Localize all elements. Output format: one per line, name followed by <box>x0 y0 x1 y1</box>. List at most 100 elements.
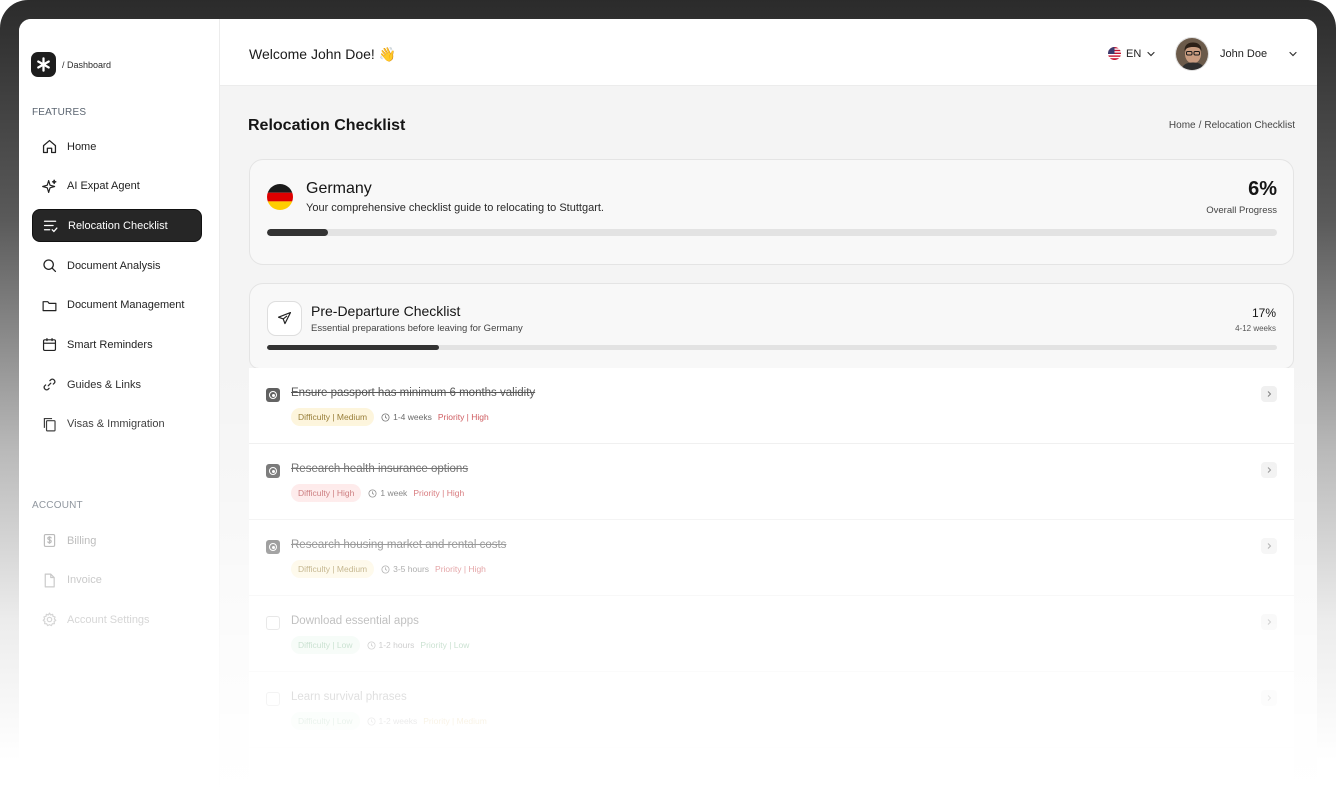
difficulty-badge: Difficulty | Low <box>291 636 360 654</box>
sidebar-item-label: Document Analysis <box>67 259 161 272</box>
duration: 1-2 hours <box>366 640 415 650</box>
checkbox[interactable] <box>266 616 280 630</box>
checkbox[interactable] <box>266 692 280 706</box>
germany-flag-icon <box>267 184 293 210</box>
avatar <box>1175 37 1209 71</box>
priority-label: Priority | Low <box>420 640 470 650</box>
overall-progress-fill <box>267 229 328 236</box>
asterisk-logo-icon[interactable] <box>31 52 56 77</box>
sidebar-item-label: Home <box>67 140 97 153</box>
sidebar-item-label: Smart Reminders <box>67 338 153 351</box>
sidebar-item-guides-links[interactable]: Guides & Links <box>32 368 202 401</box>
sidebar-item-ai-expat-agent[interactable]: AI Expat Agent <box>32 170 202 203</box>
folder-icon <box>42 300 57 311</box>
duration-text: 1-2 hours <box>378 640 415 650</box>
home-icon <box>42 139 57 154</box>
brand-breadcrumb: / Dashboard <box>62 59 112 70</box>
pre-departure-progress-fill <box>267 345 439 350</box>
checkbox[interactable] <box>266 540 280 554</box>
pre-departure-duration: 4-12 weeks <box>1235 324 1276 333</box>
country-progress-card: Germany Your comprehensive checklist gui… <box>249 159 1294 265</box>
expand-button[interactable] <box>1261 462 1277 478</box>
sidebar-item-document-management[interactable]: Document Management <box>32 289 202 322</box>
chevron-right-icon <box>1267 695 1272 701</box>
features-nav: Home AI Expat Agent Relocation Checklist… <box>32 130 202 448</box>
language-label: EN <box>1126 47 1142 60</box>
duration: 1-2 weeks <box>366 716 417 726</box>
item-title: Download essential apps <box>291 615 419 627</box>
page-title: Relocation Checklist <box>248 117 406 134</box>
list-item[interactable]: Ensure passport has minimum 6 months val… <box>249 368 1294 444</box>
pre-departure-title: Pre-Departure Checklist <box>311 303 461 319</box>
item-tags: Difficulty | Low 1-2 weeks Priority | Medi… <box>291 712 487 730</box>
list-item[interactable]: Research health insurance options Difficu… <box>249 444 1294 520</box>
account-nav: Billing Invoice Account Settings <box>32 524 202 643</box>
item-title: Research housing market and rental costs <box>291 539 507 551</box>
language-selector[interactable]: EN <box>1108 47 1157 60</box>
checkbox[interactable] <box>266 464 280 478</box>
item-title: Learn survival phrases <box>291 691 407 703</box>
top-header: Welcome John Doe! 👋 EN John Doe <box>220 19 1317 86</box>
sidebar-item-label: Account Settings <box>67 613 150 626</box>
overall-progress-bar <box>267 229 1277 236</box>
dollar-icon <box>43 533 56 548</box>
list-item[interactable]: Research housing market and rental costs… <box>249 520 1294 596</box>
priority-label: Priority | High <box>437 412 489 422</box>
clock-icon <box>381 412 390 422</box>
priority-label: Priority | High <box>413 488 465 498</box>
clock-icon <box>366 640 376 650</box>
country-name: Germany <box>306 180 372 197</box>
sidebar-item-home[interactable]: Home <box>32 130 202 163</box>
breadcrumb-current: Relocation Checklist <box>1204 120 1295 131</box>
expand-button[interactable] <box>1261 386 1277 402</box>
calendar-icon <box>42 338 57 352</box>
sidebar-item-relocation-checklist[interactable]: Relocation Checklist <box>32 209 202 243</box>
us-flag-icon <box>1108 47 1121 60</box>
duration-text: 3-5 hours <box>393 564 430 574</box>
sparkle-icon <box>42 179 57 193</box>
sidebar-item-label: Visas & Immigration <box>67 418 165 431</box>
list-item[interactable]: Download essential apps Difficulty | Low 1… <box>249 596 1294 672</box>
plane-icon-box <box>267 301 302 336</box>
duration-text: 1-4 weeks <box>393 412 432 422</box>
sidebar-item-billing[interactable]: Billing <box>32 524 202 557</box>
duration: 1-4 weeks <box>381 412 432 422</box>
list-item[interactable]: Learn survival phrases Difficulty | Low 1-… <box>249 672 1294 748</box>
checklist-icon <box>43 220 58 233</box>
country-subtitle: Your comprehensive checklist guide to re… <box>306 202 604 214</box>
breadcrumb-home-link[interactable]: Home <box>1169 120 1196 131</box>
plane-icon <box>277 311 292 325</box>
expand-button[interactable] <box>1261 538 1277 554</box>
duration: 3-5 hours <box>381 564 429 574</box>
search-icon <box>43 259 57 273</box>
breadcrumb: Home / Relocation Checklist <box>1169 120 1295 131</box>
priority-label: Priority | High <box>435 564 486 574</box>
chevron-down-icon <box>1147 51 1155 56</box>
sidebar-item-smart-reminders[interactable]: Smart Reminders <box>32 328 202 361</box>
sidebar-item-account-settings[interactable]: Account Settings <box>32 603 202 636</box>
chevron-right-icon <box>1267 391 1272 397</box>
chevron-right-icon <box>1267 619 1272 625</box>
sidebar-item-label: Guides & Links <box>67 378 141 391</box>
pre-departure-card[interactable]: Pre-Departure Checklist Essential prepar… <box>249 283 1294 369</box>
breadcrumb-separator: / <box>1198 120 1202 131</box>
pre-departure-percent: 17% <box>1251 306 1276 320</box>
item-tags: Difficulty | High 1 week Priority | High <box>291 484 464 502</box>
sidebar-item-invoice[interactable]: Invoice <box>32 564 202 597</box>
expand-button[interactable] <box>1261 614 1277 630</box>
expand-button[interactable] <box>1261 690 1277 706</box>
difficulty-badge: Difficulty | Medium <box>291 408 375 426</box>
checkbox[interactable] <box>266 388 280 402</box>
overall-progress-percent: 6% <box>1248 178 1277 200</box>
sidebar-item-document-analysis[interactable]: Document Analysis <box>32 249 202 282</box>
account-section-label: ACCOUNT <box>32 500 83 511</box>
priority-label: Priority | Medium <box>423 716 487 726</box>
sidebar-item-label: Document Management <box>67 299 185 312</box>
pre-departure-progress-bar <box>267 345 1277 350</box>
sidebar-item-visas-immigration[interactable]: Visas & Immigration <box>32 408 202 441</box>
item-tags: Difficulty | Low 1-2 hours Priority | Low <box>291 636 469 654</box>
pre-departure-subtitle: Essential preparations before leaving fo… <box>311 323 523 334</box>
user-menu[interactable]: John Doe <box>1175 37 1299 71</box>
chevron-right-icon <box>1267 543 1272 549</box>
item-title: Research health insurance options <box>291 463 469 475</box>
